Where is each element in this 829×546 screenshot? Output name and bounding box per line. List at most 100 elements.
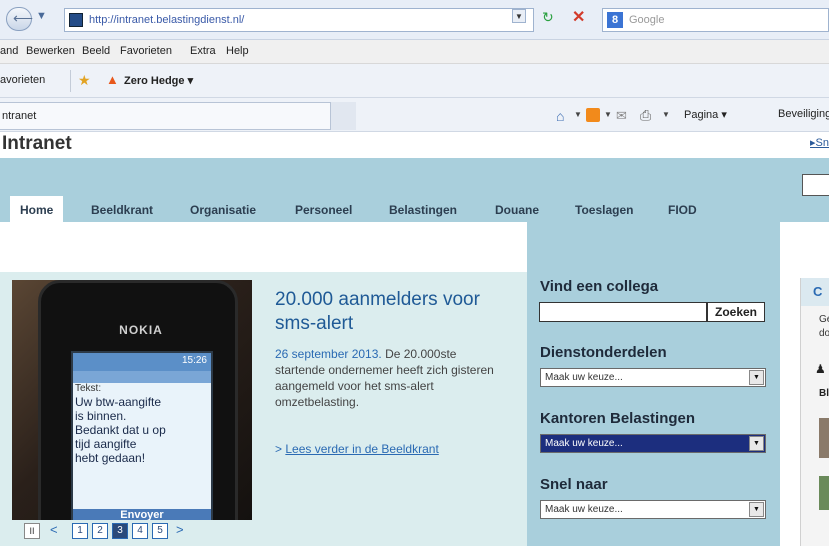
slide-page-2[interactable]: 2: [92, 523, 108, 539]
find-colleague-heading: Vind een collega: [540, 278, 659, 295]
favorite-link-zero-hedge[interactable]: Zero Hedge ▾: [124, 74, 193, 87]
offices-select[interactable]: Maak uw keuze... ▼: [540, 434, 766, 453]
add-favorite-icon[interactable]: ★: [78, 72, 91, 89]
menu-help[interactable]: Help: [226, 45, 249, 57]
nav-tab-belastingen[interactable]: Belastingen: [379, 196, 467, 224]
security-menu[interactable]: Beveiliging: [778, 108, 829, 120]
back-arrow-icon: ⟵: [13, 10, 34, 26]
favorites-bar: avorieten ★ ▲ Zero Hedge ▾: [0, 64, 829, 98]
colleague-search-input[interactable]: [539, 302, 707, 322]
page-menu-label: Pagina: [684, 109, 719, 121]
print-dropdown-icon[interactable]: ▼: [662, 110, 670, 119]
article-date: 26 september 2013.: [275, 347, 382, 361]
quick-nav-select-value: Maak uw keuze...: [545, 504, 623, 515]
phone-brand: NOKIA: [119, 323, 163, 337]
read-more-arrow: >: [275, 442, 283, 456]
phone-subbar: [73, 371, 211, 383]
menu-tools[interactable]: Extra: [190, 45, 216, 57]
mail-icon[interactable]: ✉: [616, 108, 627, 124]
prev-slide-button[interactable]: <: [50, 522, 58, 537]
url-input[interactable]: http://intranet.belastingdienst.nl/: [64, 8, 534, 32]
quick-nav-heading: Snel naar: [540, 476, 608, 493]
nav-tab-home[interactable]: Home: [10, 196, 64, 224]
side-panel-subheading: Bl: [819, 388, 829, 399]
phone-screen: 15:26 Tekst: Uw btw-aangifte is binnen. …: [71, 351, 213, 520]
thumbnail-image[interactable]: [819, 418, 829, 458]
quick-nav-select[interactable]: Maak uw keuze... ▼: [540, 500, 766, 519]
favorite-link-label: Zero Hedge: [124, 75, 185, 87]
tab-title: ntranet: [2, 110, 37, 122]
side-panel-header: C: [801, 278, 829, 306]
offices-heading: Kantoren Belastingen: [540, 410, 696, 427]
history-dropdown-icon[interactable]: ▼: [36, 10, 47, 22]
side-panel: C Ge do ♟ Bl: [800, 278, 829, 546]
side-panel-text: do: [819, 328, 829, 339]
phone-status-bar: 15:26: [73, 353, 211, 371]
browser-tab[interactable]: ntranet: [0, 102, 356, 130]
read-more-label: Lees verder in de Beeldkrant: [285, 442, 439, 456]
phone-message: Uw btw-aangifte is binnen. Bedankt dat u…: [75, 395, 166, 465]
nav-tab-toeslagen[interactable]: Toeslagen: [565, 196, 643, 224]
address-bar: ⟵ ▼ http://intranet.belastingdienst.nl/ …: [0, 0, 829, 40]
tab-bar: ntranet ⌂ ▼ ▼ ✉ ⎙ ▼ Pagina ▾ Beveiliging: [0, 98, 829, 132]
favorites-label[interactable]: avorieten: [0, 74, 45, 86]
next-slide-button[interactable]: >: [176, 522, 184, 537]
page-menu[interactable]: Pagina ▾: [684, 108, 727, 121]
side-panel-text: Ge: [819, 314, 829, 325]
chevron-down-icon: ▼: [749, 370, 764, 385]
url-text: http://intranet.belastingdienst.nl/: [89, 14, 245, 26]
site-favicon-icon: [69, 13, 83, 27]
rss-feed-icon[interactable]: [586, 108, 600, 122]
menu-favorites[interactable]: Favorieten: [120, 45, 172, 57]
menu-edit[interactable]: Bewerken: [26, 45, 75, 57]
phone-label: Tekst:: [75, 383, 102, 394]
nav-tab-organisatie[interactable]: Organisatie: [180, 196, 266, 224]
quick-link[interactable]: ▸Sn: [810, 136, 829, 149]
nav-tab-personeel[interactable]: Personeel: [285, 196, 362, 224]
chevron-down-icon: ▼: [749, 502, 764, 517]
nav-tab-fiod[interactable]: FIOD: [658, 196, 707, 224]
feed-dropdown-icon[interactable]: ▼: [604, 110, 612, 119]
pause-button[interactable]: II: [24, 523, 40, 539]
refresh-icon[interactable]: ↻: [542, 9, 554, 26]
article-title[interactable]: 20.000 aanmelders voor sms-alert: [275, 288, 515, 336]
nav-tab-beeldkrant[interactable]: Beeldkrant: [81, 196, 163, 224]
chevron-down-icon: ▼: [749, 436, 764, 451]
home-icon[interactable]: ⌂: [556, 108, 564, 124]
featured-image[interactable]: NOKIA 15:26 Tekst: Uw btw-aangifte is bi…: [12, 280, 252, 520]
units-select-value: Maak uw keuze...: [545, 372, 623, 383]
new-tab-button[interactable]: [330, 102, 356, 130]
article-summary: 26 september 2013. De 20.000ste startend…: [275, 346, 500, 410]
slide-page-1[interactable]: 1: [72, 523, 88, 539]
nav-tab-douane[interactable]: Douane: [485, 196, 549, 224]
home-dropdown-icon[interactable]: ▼: [574, 110, 582, 119]
thumbnail-image[interactable]: [819, 476, 829, 510]
search-placeholder: Google: [629, 14, 665, 26]
search-provider-icon: 8: [607, 12, 623, 28]
divider: [70, 70, 71, 92]
stop-icon[interactable]: ✕: [572, 7, 585, 27]
units-heading: Dienstonderdelen: [540, 344, 667, 361]
sidebar: Vind een collega Zoeken Dienstonderdelen…: [527, 222, 780, 546]
slide-page-5[interactable]: 5: [152, 523, 168, 539]
quick-link-label: Sn: [815, 137, 829, 149]
menu-view[interactable]: Beeld: [82, 45, 110, 57]
units-select[interactable]: Maak uw keuze... ▼: [540, 368, 766, 387]
side-panel-title: C: [813, 284, 823, 299]
browser-search-input[interactable]: 8 Google: [602, 8, 829, 32]
phone-footer: Envoyer: [73, 509, 211, 520]
phone-time: 15:26: [181, 355, 207, 366]
zero-hedge-icon: ▲: [106, 72, 119, 87]
slide-page-3[interactable]: 3: [112, 523, 128, 539]
offices-select-value: Maak uw keuze...: [545, 438, 623, 449]
phone-body: NOKIA 15:26 Tekst: Uw btw-aangifte is bi…: [38, 280, 238, 520]
print-icon[interactable]: ⎙: [640, 107, 651, 124]
site-search-input[interactable]: [802, 174, 829, 196]
slide-page-4[interactable]: 4: [132, 523, 148, 539]
menu-file[interactable]: and: [0, 45, 18, 57]
back-button[interactable]: ⟵: [6, 7, 34, 31]
url-dropdown-icon[interactable]: ▼: [512, 9, 526, 23]
page-header: Intranet ▸Sn: [0, 132, 829, 158]
read-more-link[interactable]: > Lees verder in de Beeldkrant: [275, 442, 439, 456]
search-button[interactable]: Zoeken: [707, 302, 765, 322]
